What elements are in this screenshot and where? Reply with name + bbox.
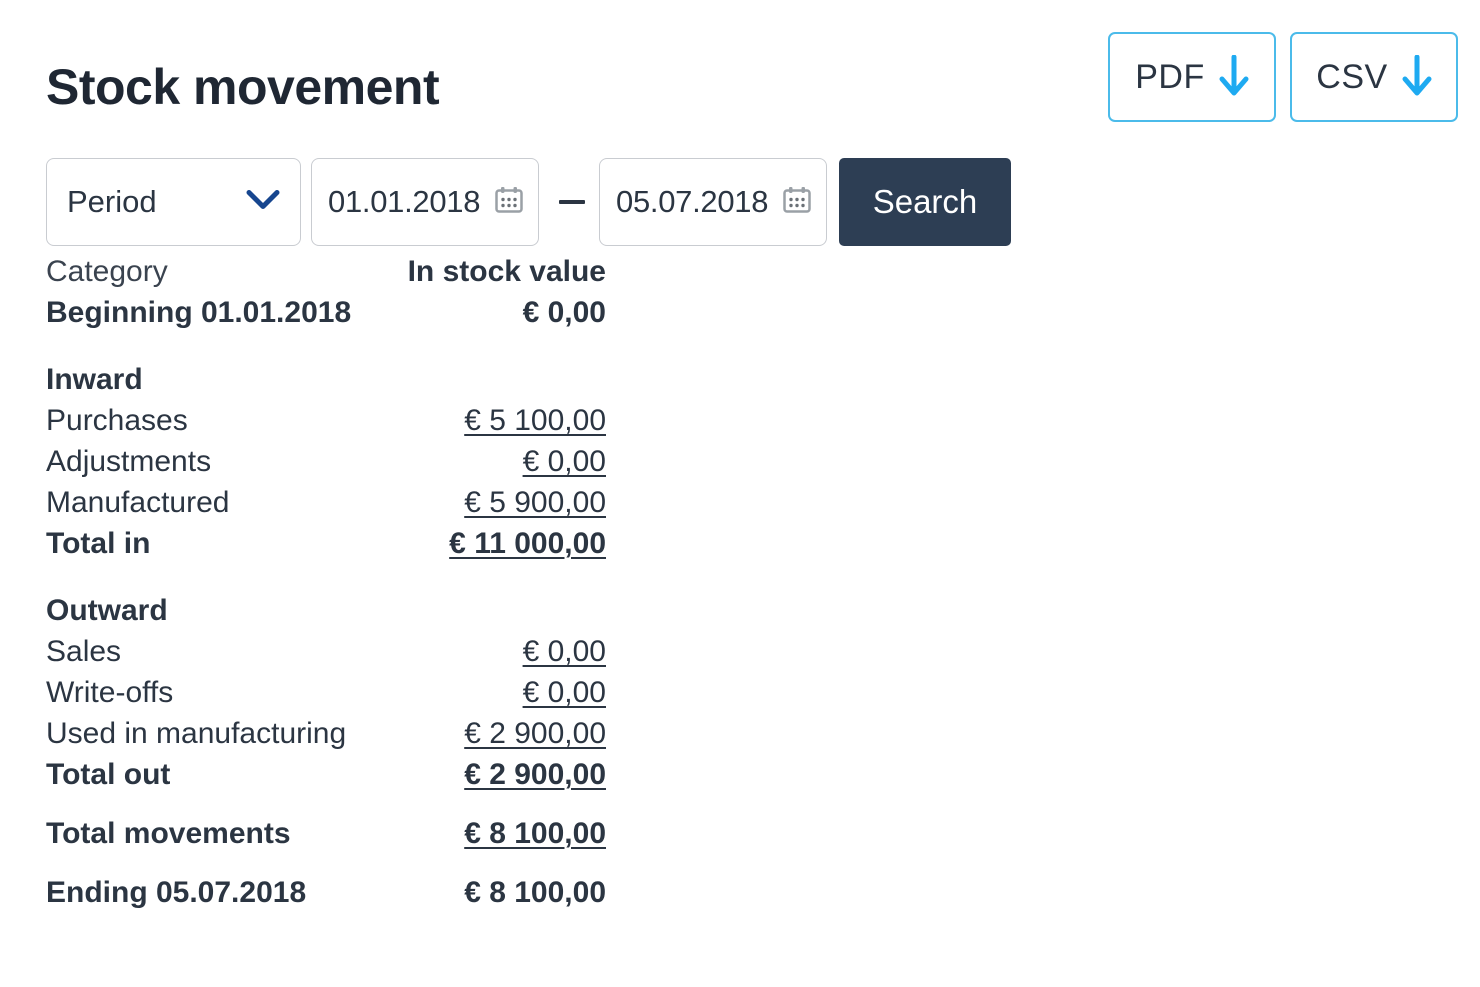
download-arrow-icon bbox=[1219, 55, 1249, 99]
total-in-row: Total in € 11 000,00 bbox=[46, 527, 606, 568]
date-to-input[interactable]: 05.07.2018 bbox=[599, 158, 827, 246]
filter-toolbar: Period 01.01.2018 05.07.2018 Search bbox=[46, 158, 1011, 246]
ending-label: Ending 05.07.2018 bbox=[46, 876, 307, 909]
export-pdf-button[interactable]: PDF bbox=[1108, 32, 1276, 122]
outward-heading: Outward bbox=[46, 594, 168, 627]
chevron-down-icon bbox=[246, 189, 280, 216]
date-to-value: 05.07.2018 bbox=[616, 184, 769, 219]
page-title: Stock movement bbox=[46, 59, 440, 115]
stock-movement-table: Category In stock value Beginning 01.01.… bbox=[46, 255, 606, 917]
stock-movement-page: Stock movement PDF CSV Period 01.01.2018… bbox=[0, 0, 1480, 987]
row-label: Purchases bbox=[46, 404, 188, 437]
total-movements-row: Total movements € 8 100,00 bbox=[46, 817, 606, 858]
total-movements-label: Total movements bbox=[46, 817, 291, 850]
total-in-label: Total in bbox=[46, 527, 151, 560]
period-select[interactable]: Period bbox=[46, 158, 301, 246]
table-row: Purchases € 5 100,00 bbox=[46, 404, 606, 445]
total-out-label: Total out bbox=[46, 758, 171, 791]
total-out-row: Total out € 2 900,00 bbox=[46, 758, 606, 799]
period-select-value: Period bbox=[67, 184, 157, 219]
calendar-icon[interactable] bbox=[494, 185, 524, 220]
export-button-group: PDF CSV bbox=[1108, 32, 1458, 122]
download-arrow-icon bbox=[1402, 55, 1432, 99]
date-from-value: 01.01.2018 bbox=[328, 184, 481, 219]
table-row: Sales € 0,00 bbox=[46, 635, 606, 676]
row-label: Sales bbox=[46, 635, 122, 668]
beginning-label: Beginning 01.01.2018 bbox=[46, 296, 352, 329]
export-csv-button[interactable]: CSV bbox=[1290, 32, 1458, 122]
row-value-link[interactable]: € 5 900,00 bbox=[464, 486, 606, 520]
table-row: Manufactured € 5 900,00 bbox=[46, 486, 606, 527]
calendar-icon[interactable] bbox=[782, 185, 812, 220]
beginning-value: € 0,00 bbox=[522, 296, 606, 329]
row-label: Adjustments bbox=[46, 445, 212, 478]
row-value-link[interactable]: € 5 100,00 bbox=[464, 404, 606, 438]
date-from-input[interactable]: 01.01.2018 bbox=[311, 158, 539, 246]
row-label: Manufactured bbox=[46, 486, 230, 519]
table-row: Used in manufacturing € 2 900,00 bbox=[46, 717, 606, 758]
export-csv-label: CSV bbox=[1316, 58, 1388, 96]
total-out-value-link[interactable]: € 2 900,00 bbox=[464, 758, 606, 792]
total-in-value-link[interactable]: € 11 000,00 bbox=[449, 527, 606, 561]
row-value-link[interactable]: € 0,00 bbox=[523, 676, 606, 710]
row-label: Used in manufacturing bbox=[46, 717, 347, 750]
table-header-row: Category In stock value bbox=[46, 255, 606, 296]
column-header-category: Category bbox=[46, 255, 168, 288]
table-row: Write-offs € 0,00 bbox=[46, 676, 606, 717]
ending-row: Ending 05.07.2018 € 8 100,00 bbox=[46, 876, 606, 917]
row-label: Write-offs bbox=[46, 676, 174, 709]
row-value-link[interactable]: € 0,00 bbox=[523, 635, 606, 669]
date-range-separator bbox=[559, 200, 585, 204]
section-heading-outward: Outward bbox=[46, 594, 606, 635]
column-header-in-stock-value: In stock value bbox=[407, 255, 606, 288]
row-value-link[interactable]: € 2 900,00 bbox=[464, 717, 606, 751]
search-button[interactable]: Search bbox=[839, 158, 1011, 246]
ending-value: € 8 100,00 bbox=[464, 876, 606, 909]
inward-heading: Inward bbox=[46, 363, 143, 396]
export-pdf-label: PDF bbox=[1135, 58, 1205, 96]
table-row: Adjustments € 0,00 bbox=[46, 445, 606, 486]
table-row: Beginning 01.01.2018 € 0,00 bbox=[46, 296, 606, 337]
row-value-link[interactable]: € 0,00 bbox=[523, 445, 606, 479]
total-movements-value-link[interactable]: € 8 100,00 bbox=[464, 817, 606, 851]
section-heading-inward: Inward bbox=[46, 363, 606, 404]
